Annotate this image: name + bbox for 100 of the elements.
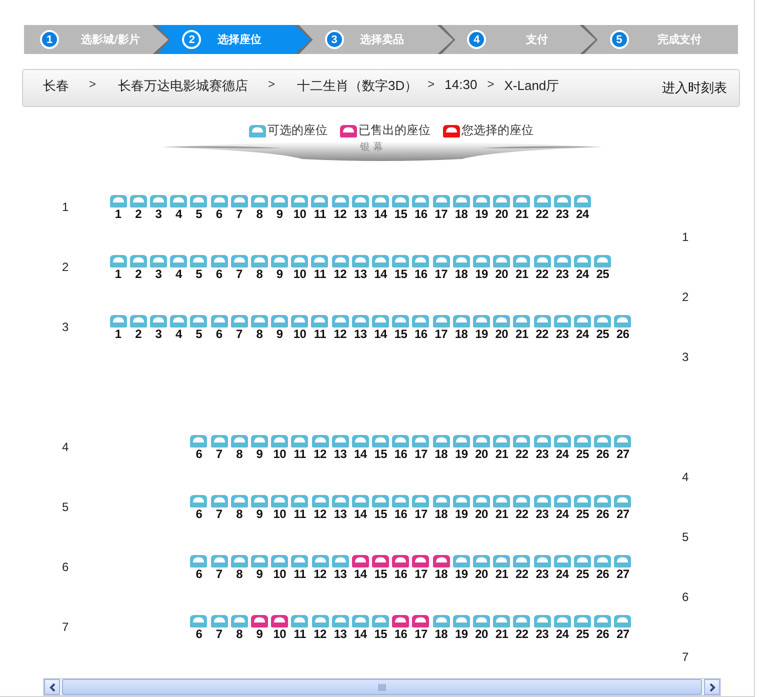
seat[interactable]: 14 [350, 434, 370, 461]
seat[interactable]: 11 [290, 554, 310, 581]
seat[interactable]: 6 [188, 494, 209, 521]
seat[interactable]: 21 [492, 554, 512, 581]
seat[interactable]: 15 [390, 254, 411, 281]
step-tab[interactable]: 4 支付 [441, 25, 596, 54]
seat[interactable]: 8 [249, 314, 270, 341]
seat[interactable]: 20 [492, 314, 512, 341]
seat[interactable]: 10 [270, 614, 290, 641]
seat[interactable]: 21 [492, 614, 512, 641]
seat[interactable]: 19 [451, 614, 472, 641]
seat[interactable]: 20 [471, 614, 492, 641]
seat[interactable]: 18 [431, 434, 452, 461]
seat[interactable]: 17 [410, 494, 432, 521]
timetable-link[interactable]: 进入时刻表 [662, 78, 727, 97]
seat[interactable]: 16 [410, 254, 431, 281]
seat[interactable]: 9 [249, 554, 270, 581]
seat[interactable]: 1 [108, 254, 128, 281]
seat[interactable]: 10 [290, 314, 310, 341]
seat[interactable]: 17 [410, 614, 432, 641]
seat[interactable]: 6 [208, 314, 230, 341]
seat[interactable]: 14 [370, 314, 391, 341]
seat[interactable]: 21 [492, 434, 512, 461]
seat[interactable]: 10 [290, 194, 310, 221]
seat[interactable]: 24 [572, 254, 592, 281]
seat[interactable]: 2 [128, 254, 148, 281]
seat[interactable]: 9 [270, 314, 290, 341]
seat[interactable]: 22 [512, 434, 532, 461]
seat[interactable]: 11 [290, 494, 310, 521]
seat[interactable]: 16 [390, 614, 411, 641]
seat[interactable]: 19 [471, 254, 492, 281]
horizontal-scrollbar[interactable] [43, 678, 721, 696]
seat[interactable]: 14 [350, 494, 370, 521]
seat[interactable]: 13 [350, 194, 370, 221]
seat[interactable]: 25 [592, 254, 613, 281]
seat[interactable]: 1 [108, 194, 128, 221]
seat[interactable]: 18 [431, 614, 452, 641]
seat[interactable]: 20 [492, 254, 512, 281]
seat[interactable]: 10 [270, 494, 290, 521]
seat[interactable]: 25 [572, 494, 593, 521]
seat[interactable]: 13 [330, 494, 350, 521]
seat[interactable]: 26 [592, 494, 613, 521]
seat[interactable]: 7 [229, 314, 250, 341]
seat[interactable]: 6 [188, 434, 209, 461]
seat[interactable]: 11 [290, 614, 310, 641]
scroll-thumb[interactable] [62, 679, 702, 695]
seat[interactable]: 27 [612, 494, 633, 521]
seat[interactable]: 27 [612, 554, 633, 581]
seat[interactable]: 21 [512, 254, 532, 281]
seat[interactable]: 6 [188, 614, 209, 641]
seat[interactable]: 2 [128, 314, 148, 341]
seat[interactable]: 22 [532, 314, 552, 341]
seat[interactable]: 17 [431, 314, 452, 341]
seat[interactable]: 15 [370, 494, 391, 521]
seat[interactable]: 18 [451, 314, 472, 341]
seat[interactable]: 23 [532, 614, 552, 641]
seat[interactable]: 21 [492, 494, 512, 521]
seat[interactable]: 7 [229, 254, 250, 281]
seat[interactable]: 24 [552, 494, 572, 521]
seat[interactable]: 18 [451, 194, 472, 221]
seat[interactable]: 9 [249, 614, 270, 641]
seat[interactable]: 9 [270, 254, 290, 281]
seat[interactable]: 16 [390, 434, 411, 461]
seat[interactable]: 19 [451, 434, 472, 461]
seat[interactable]: 14 [370, 194, 391, 221]
seat[interactable]: 13 [350, 314, 370, 341]
seat[interactable]: 12 [310, 494, 330, 521]
seat[interactable]: 3 [148, 194, 169, 221]
seat[interactable]: 10 [270, 554, 290, 581]
seat[interactable]: 11 [310, 254, 330, 281]
seat[interactable]: 12 [330, 314, 350, 341]
seat[interactable]: 26 [592, 554, 613, 581]
seat[interactable]: 8 [229, 614, 250, 641]
seat[interactable]: 5 [188, 314, 209, 341]
step-tab[interactable]: 5 完成支付 [584, 25, 738, 54]
seat[interactable]: 8 [249, 194, 270, 221]
seat[interactable]: 12 [310, 434, 330, 461]
scroll-right-button[interactable] [704, 679, 720, 695]
seat[interactable]: 7 [229, 194, 250, 221]
seat[interactable]: 16 [390, 554, 411, 581]
step-tab[interactable]: 3 选择卖品 [298, 25, 454, 54]
seat[interactable]: 7 [208, 614, 230, 641]
seat[interactable]: 22 [532, 194, 552, 221]
seat[interactable]: 24 [552, 554, 572, 581]
seat[interactable]: 23 [532, 434, 552, 461]
seat[interactable]: 17 [431, 194, 452, 221]
seat[interactable]: 23 [552, 254, 572, 281]
seat[interactable]: 9 [270, 194, 290, 221]
seat[interactable]: 12 [330, 254, 350, 281]
seat[interactable]: 27 [612, 434, 633, 461]
seat[interactable]: 19 [451, 554, 472, 581]
seat[interactable]: 8 [229, 494, 250, 521]
seat[interactable]: 26 [592, 614, 613, 641]
seat[interactable]: 26 [612, 314, 633, 341]
seat[interactable]: 19 [451, 494, 472, 521]
seat[interactable]: 19 [471, 194, 492, 221]
seat[interactable]: 13 [330, 434, 350, 461]
seat[interactable]: 22 [532, 254, 552, 281]
seat[interactable]: 5 [188, 254, 209, 281]
seat[interactable]: 12 [330, 194, 350, 221]
